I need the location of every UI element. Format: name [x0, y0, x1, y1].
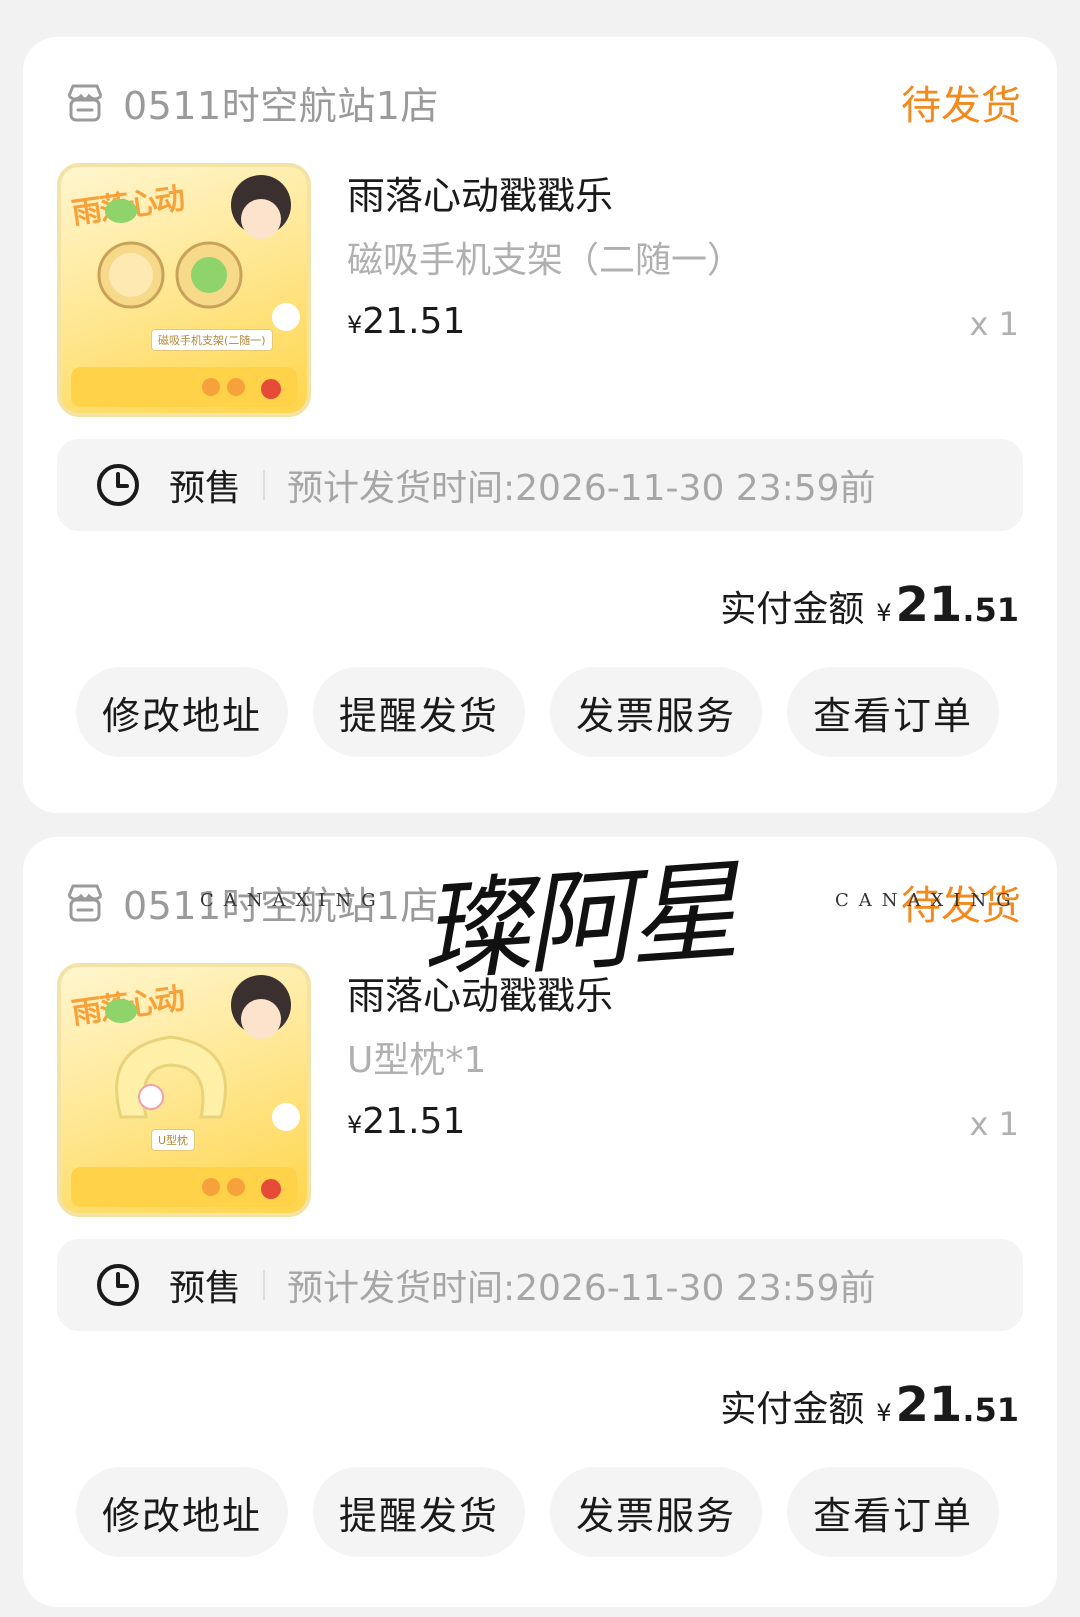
paid-decimal: .51: [962, 1391, 1019, 1429]
view-order-button[interactable]: 查看订单: [787, 1467, 999, 1557]
currency-symbol: ¥: [876, 599, 892, 627]
invoice-service-button[interactable]: 发票服务: [550, 667, 762, 757]
product-price: ¥21.51: [347, 301, 465, 342]
estimated-ship-time: 预计发货时间:2026-11-30 23:59前: [287, 468, 876, 509]
invoice-service-button[interactable]: 发票服务: [550, 1467, 762, 1557]
product-spec: U型枕*1: [347, 1040, 487, 1081]
divider: [263, 1270, 266, 1300]
divider: [263, 470, 266, 500]
paid-label: 实付金额: [720, 589, 865, 630]
watermark-caption: CANAXING: [835, 890, 1021, 911]
paid-integer: 21: [895, 577, 963, 633]
order-actions: 修改地址 提醒发货 发票服务 查看订单: [76, 1467, 999, 1557]
product-spec: 磁吸手机支架（二随一）: [347, 240, 744, 281]
presale-bar: 预售 预计发货时间:2026-11-30 23:59前: [57, 439, 1023, 531]
store-header[interactable]: 0511时空航站1店: [61, 77, 439, 128]
presale-label: 预售: [169, 468, 242, 509]
paid-label: 实付金额: [720, 1389, 865, 1430]
product-image-tag: U型枕: [151, 1129, 196, 1151]
order-status: 待发货: [901, 83, 1021, 129]
product-name[interactable]: 雨落心动戳戳乐: [347, 165, 613, 220]
order-card[interactable]: 0511时空航站1店 待发货 雨落心动 U型枕 雨落心动戳戳乐 U型枕*1 ¥2…: [23, 837, 1057, 1607]
presale-label: 预售: [169, 1268, 242, 1309]
product-name[interactable]: 雨落心动戳戳乐: [347, 965, 613, 1020]
paid-integer: 21: [895, 1377, 963, 1433]
paid-amount: 实付金额 ¥ 21 .51: [720, 577, 1019, 633]
remind-shipping-button[interactable]: 提醒发货: [313, 1467, 525, 1557]
estimated-ship-time: 预计发货时间:2026-11-30 23:59前: [287, 1268, 876, 1309]
order-actions: 修改地址 提醒发货 发票服务 查看订单: [76, 667, 999, 757]
product-image[interactable]: 雨落心动 磁吸手机支架(二随一): [57, 163, 311, 417]
store-icon: [67, 84, 103, 122]
remind-shipping-button[interactable]: 提醒发货: [313, 667, 525, 757]
clock-icon: [97, 1264, 139, 1306]
product-illustration: [71, 175, 300, 407]
product-price: ¥21.51: [347, 1101, 465, 1142]
product-quantity: x 1: [969, 1105, 1019, 1143]
paid-decimal: .51: [962, 591, 1019, 629]
store-name: 0511时空航站1店: [123, 83, 439, 128]
paid-amount: 实付金额 ¥ 21 .51: [720, 1377, 1019, 1433]
modify-address-button[interactable]: 修改地址: [76, 667, 288, 757]
product-image-tag: 磁吸手机支架(二随一): [151, 329, 273, 351]
store-icon: [67, 884, 103, 922]
clock-icon: [97, 464, 139, 506]
view-order-button[interactable]: 查看订单: [787, 667, 999, 757]
price-value: 21.51: [362, 1101, 466, 1142]
order-card[interactable]: 0511时空航站1店 待发货 雨落心动 磁吸手机支架(二随一) 雨落心动戳戳乐 …: [23, 37, 1057, 813]
product-quantity: x 1: [969, 305, 1019, 343]
watermark-caption: CANAXING: [200, 890, 386, 911]
modify-address-button[interactable]: 修改地址: [76, 1467, 288, 1557]
product-illustration: [71, 975, 300, 1207]
price-value: 21.51: [362, 301, 466, 342]
currency-symbol: ¥: [347, 1111, 363, 1139]
currency-symbol: ¥: [347, 311, 363, 339]
presale-bar: 预售 预计发货时间:2026-11-30 23:59前: [57, 1239, 1023, 1331]
product-image[interactable]: 雨落心动 U型枕: [57, 963, 311, 1217]
currency-symbol: ¥: [876, 1399, 892, 1427]
